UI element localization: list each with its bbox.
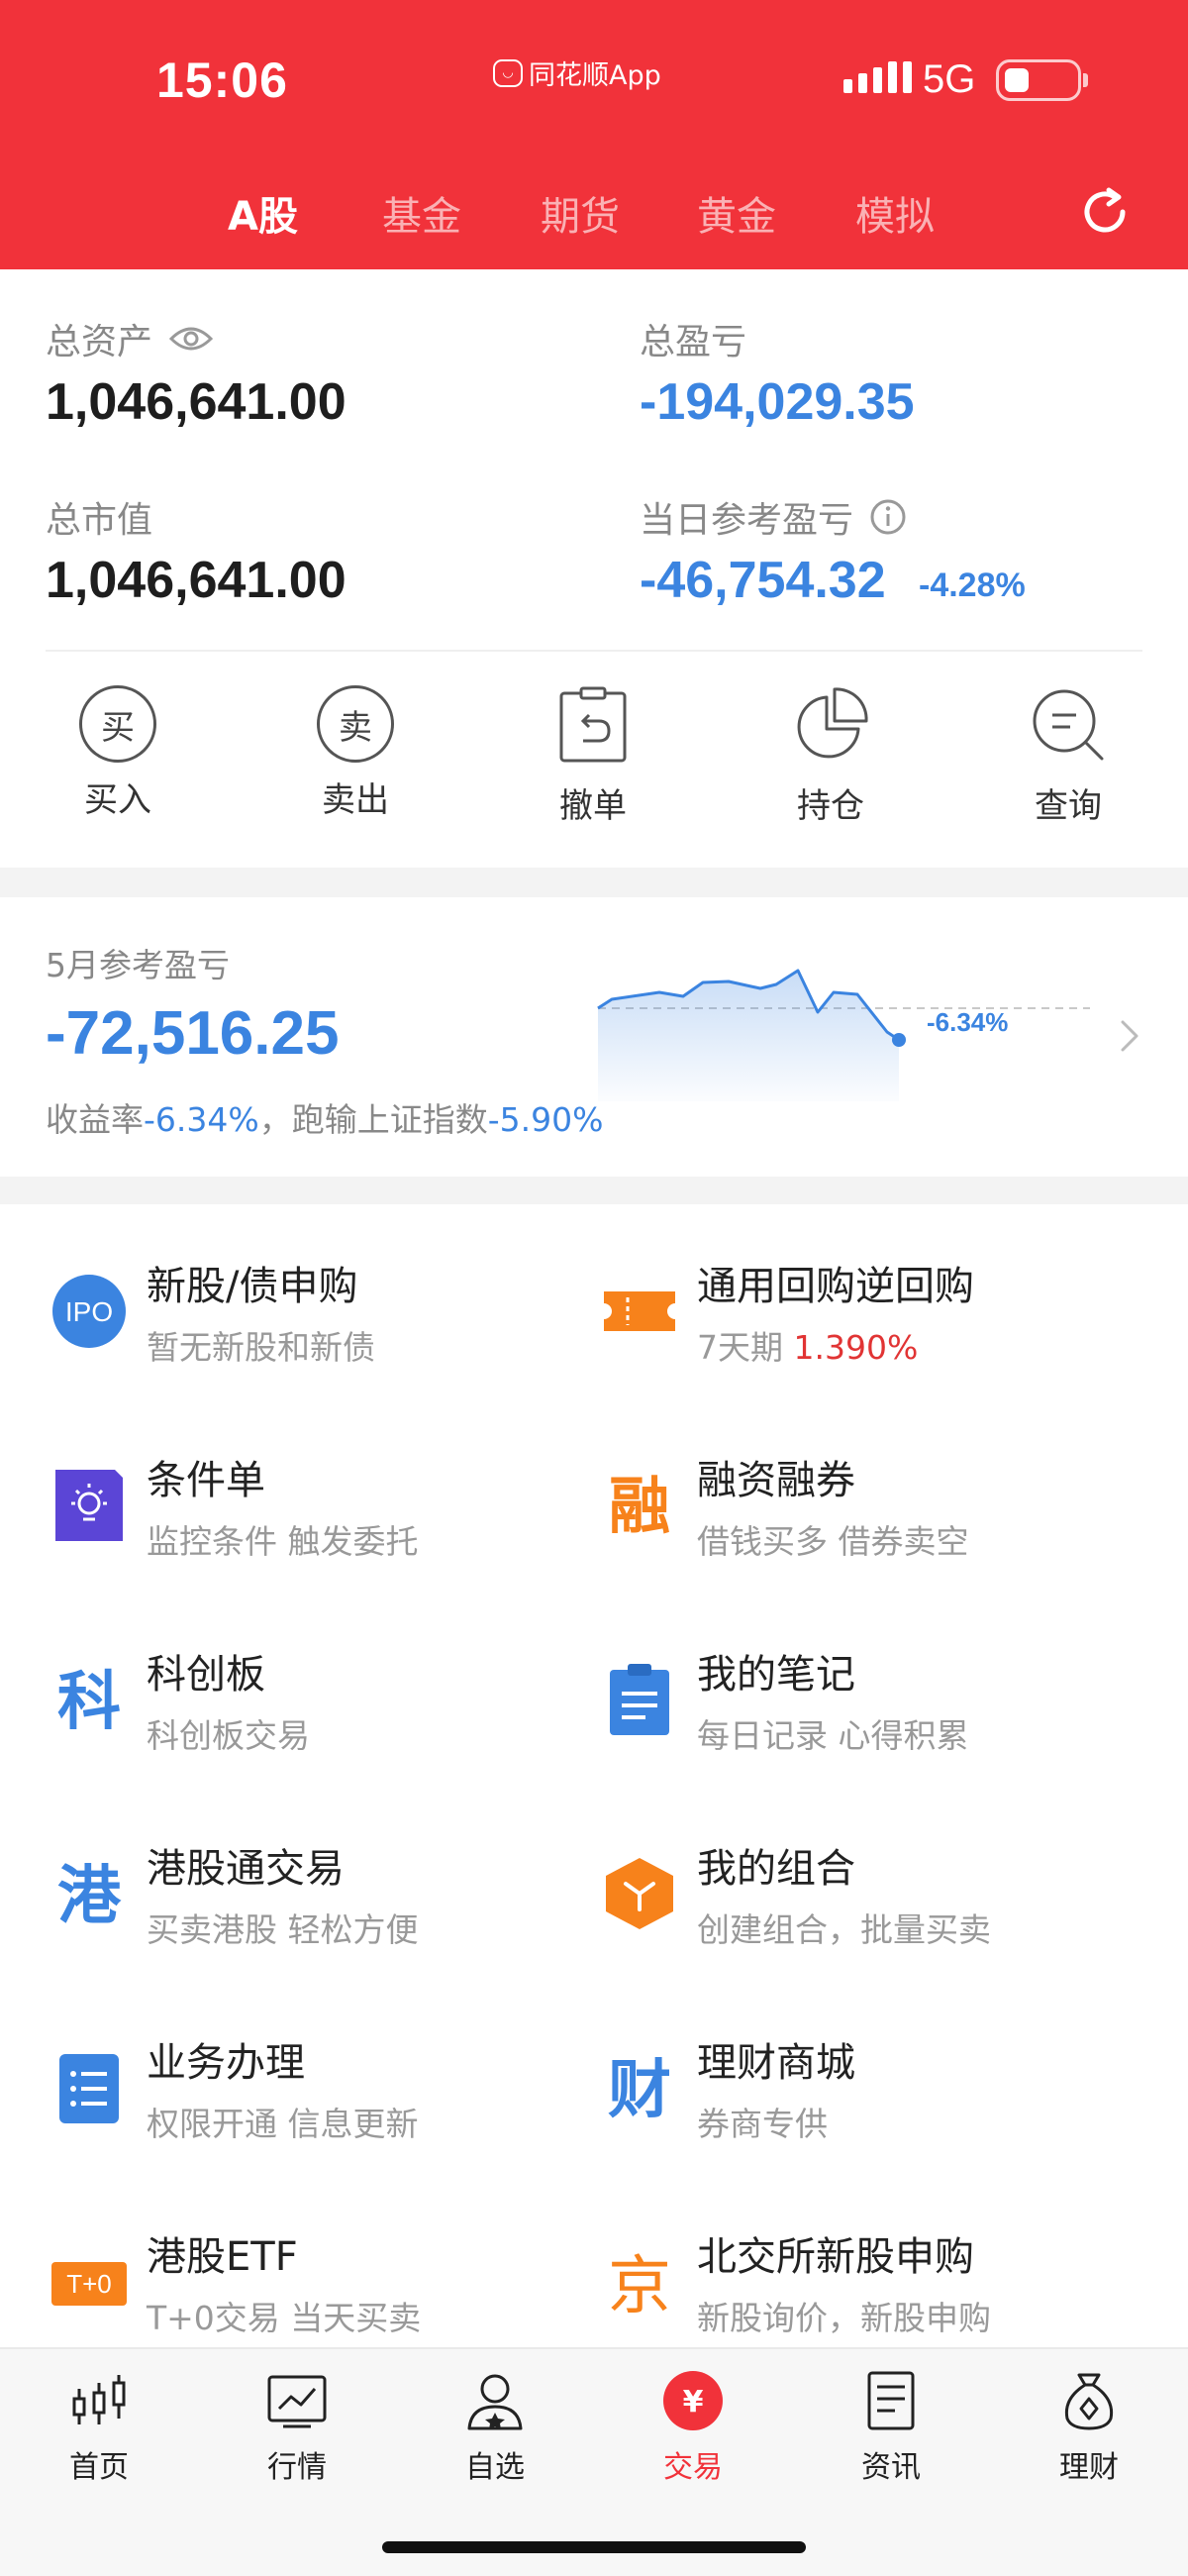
app-name-text: 同花顺App [529,60,661,91]
margin-icon: 融 [609,1470,670,1542]
app-header: 15:06 ◡ 同花顺App 5G A股 基金 期货 黄金 模拟 [0,0,1188,269]
query-button[interactable]: 查询 [989,685,1147,827]
hk-connect-icon: 港 [57,1860,122,1933]
nav-news[interactable]: 资讯 [832,2369,950,2486]
svg-text:科: 科 [57,1666,121,1739]
network-type: 5G [923,57,976,101]
trade-actions: 买 买入 卖 卖出 撤单 持仓 查询 [0,685,1188,834]
daily-pl-value: -46,754.32 [640,552,886,609]
total-pl-value: -194,029.35 [640,373,915,431]
sell-icon: 卖 [317,685,394,763]
account-summary: 总资产 1,046,641.00 总盈亏 -194,029.35 总市值 1,0… [0,269,1188,868]
bse-icon: 京 [608,2250,671,2321]
service-star-market[interactable]: 科 科创板 科创板交易 [50,1632,604,1771]
money-bag-icon [1064,2373,1114,2430]
summary-divider [46,650,1142,652]
positions-button[interactable]: 持仓 [751,685,910,827]
tab-simulation[interactable]: 模拟 [855,184,935,242]
portfolio-icon [606,1858,673,1929]
tab-gold[interactable]: 黄金 [697,184,776,242]
market-value-value: 1,046,641.00 [46,552,346,609]
daily-pl-percent: -4.28% [919,567,1026,604]
info-icon[interactable] [869,498,907,536]
candlestick-icon [72,2375,126,2424]
sparkline-end-label: -6.34% [927,1007,1008,1037]
svg-text:京: 京 [608,2250,671,2321]
tab-futures[interactable]: 期货 [541,184,620,242]
service-repo[interactable]: 通用回购逆回购 7天期 1.390% [600,1244,1154,1383]
svg-text:¥: ¥ [683,2385,704,2420]
nav-home[interactable]: 首页 [40,2369,158,2486]
cancel-order-button[interactable]: 撤单 [514,685,672,827]
signal-icon [843,61,912,93]
refresh-icon[interactable] [1075,182,1135,242]
svg-text:IPO: IPO [65,1296,113,1327]
service-grid: IPO 新股/债申购 暂无新股和新债 通用回购逆回购 7天期 1.390% 条件… [0,1204,1188,2347]
monthly-pl-title: 5月参考盈亏 [46,946,230,984]
service-my-portfolio[interactable]: 我的组合 创建组合，批量买卖 [600,1826,1154,1965]
tab-funds[interactable]: 基金 [382,184,461,242]
daily-pl-label: 当日参考盈亏 [640,491,907,543]
total-assets-label: 总资产 [46,313,214,364]
market-value-label: 总市值 [46,500,153,541]
app-name-label: ◡ 同花顺App [493,53,661,92]
app-logo-icon: ◡ [493,58,523,87]
monthly-return-note: 收益率-6.34%，跑输上证指数-5.90% [46,1100,604,1139]
business-icon [59,2054,119,2123]
service-margin-trading[interactable]: 融 融资融券 借钱买多 借券卖空 [600,1438,1154,1577]
home-indicator [382,2541,806,2553]
notes-icon [610,1664,669,1735]
nav-watchlist[interactable]: 自选 [436,2369,554,2486]
asset-type-tabs: A股 基金 期货 黄金 模拟 [0,178,1188,248]
status-time: 15:06 [156,52,288,108]
ticket-icon [604,1291,675,1331]
sell-button[interactable]: 卖 卖出 [276,685,435,821]
total-pl-label: 总盈亏 [640,322,747,362]
service-my-notes[interactable]: 我的笔记 每日记录 心得积累 [600,1632,1154,1771]
cancel-order-icon [559,686,627,763]
search-icon [1033,689,1104,761]
service-hk-etf[interactable]: T+0 港股ETF T+0交易 当天买卖 [50,2215,604,2353]
buy-icon: 买 [79,685,156,763]
service-ipo-subscription[interactable]: IPO 新股/债申购 暂无新股和新债 [50,1244,604,1383]
service-business[interactable]: 业务办理 权限开通 信息更新 [50,2020,604,2159]
hk-etf-icon: T+0 [51,2262,127,2306]
pie-chart-icon [797,687,868,759]
nav-trade[interactable]: ¥ 交易 [634,2369,752,2486]
nav-market[interactable]: 行情 [238,2369,356,2486]
buy-button[interactable]: 买 买入 [39,685,197,821]
tab-a-shares[interactable]: A股 [228,184,298,242]
user-star-icon [467,2374,523,2430]
monthly-pl-card[interactable]: 5月参考盈亏 -72,516.25 收益率-6.34%，跑输上证指数-5.90%… [0,897,1188,1177]
service-bse-ipo[interactable]: 京 北交所新股申购 新股询价，新股申购 [600,2215,1154,2353]
monthly-pl-value: -72,516.25 [46,999,340,1068]
market-chart-icon [267,2375,327,2428]
star-market-icon: 科 [57,1666,121,1739]
service-hk-connect[interactable]: 港 港股通交易 买卖港股 轻松方便 [50,1826,604,1965]
svg-text:融: 融 [609,1470,670,1542]
svg-text:财: 财 [608,2054,671,2127]
battery-icon [996,59,1088,101]
svg-text:港: 港 [57,1860,122,1933]
news-icon [867,2371,915,2430]
svg-text:T+0: T+0 [66,2269,112,2299]
service-conditional-order[interactable]: 条件单 监控条件 触发委托 [50,1438,604,1577]
chevron-right-icon[interactable] [1115,1016,1144,1056]
wealth-mall-icon: 财 [608,2054,671,2127]
nav-wealth[interactable]: 理财 [1030,2369,1148,2486]
condition-icon [55,1470,123,1541]
monthly-pl-sparkline: -6.34% [597,969,1090,1101]
service-wealth-mall[interactable]: 财 理财商城 券商专供 [600,2020,1154,2159]
ipo-icon: IPO [52,1275,126,1348]
total-assets-value: 1,046,641.00 [46,373,346,431]
eye-icon[interactable] [168,324,214,354]
trade-icon: ¥ [663,2371,723,2430]
